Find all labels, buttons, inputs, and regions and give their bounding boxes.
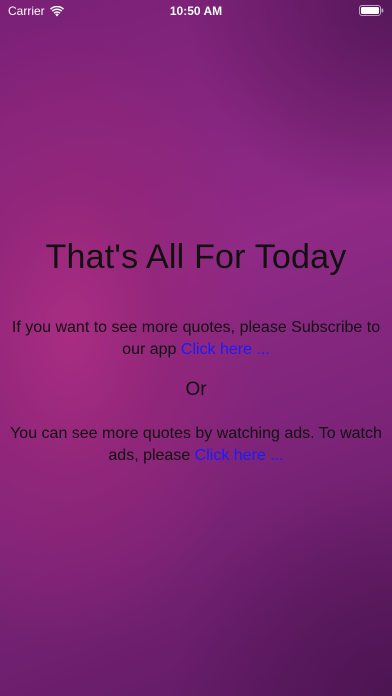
ads-message: You can see more quotes by watching ads.… (10, 423, 382, 467)
watch-ads-link[interactable]: Click here ... (195, 447, 284, 464)
page-title: That's All For Today (45, 238, 347, 276)
subscribe-message: If you want to see more quotes, please S… (10, 317, 382, 361)
or-separator: Or (185, 379, 207, 400)
status-time: 10:50 AM (169, 4, 223, 18)
status-bar: Carrier 10:50 AM (0, 0, 392, 22)
screen: Carrier 10:50 AM That's All For Today If… (0, 0, 392, 696)
subscribe-link[interactable]: Click here ... (181, 341, 270, 358)
battery-icon (359, 5, 384, 16)
